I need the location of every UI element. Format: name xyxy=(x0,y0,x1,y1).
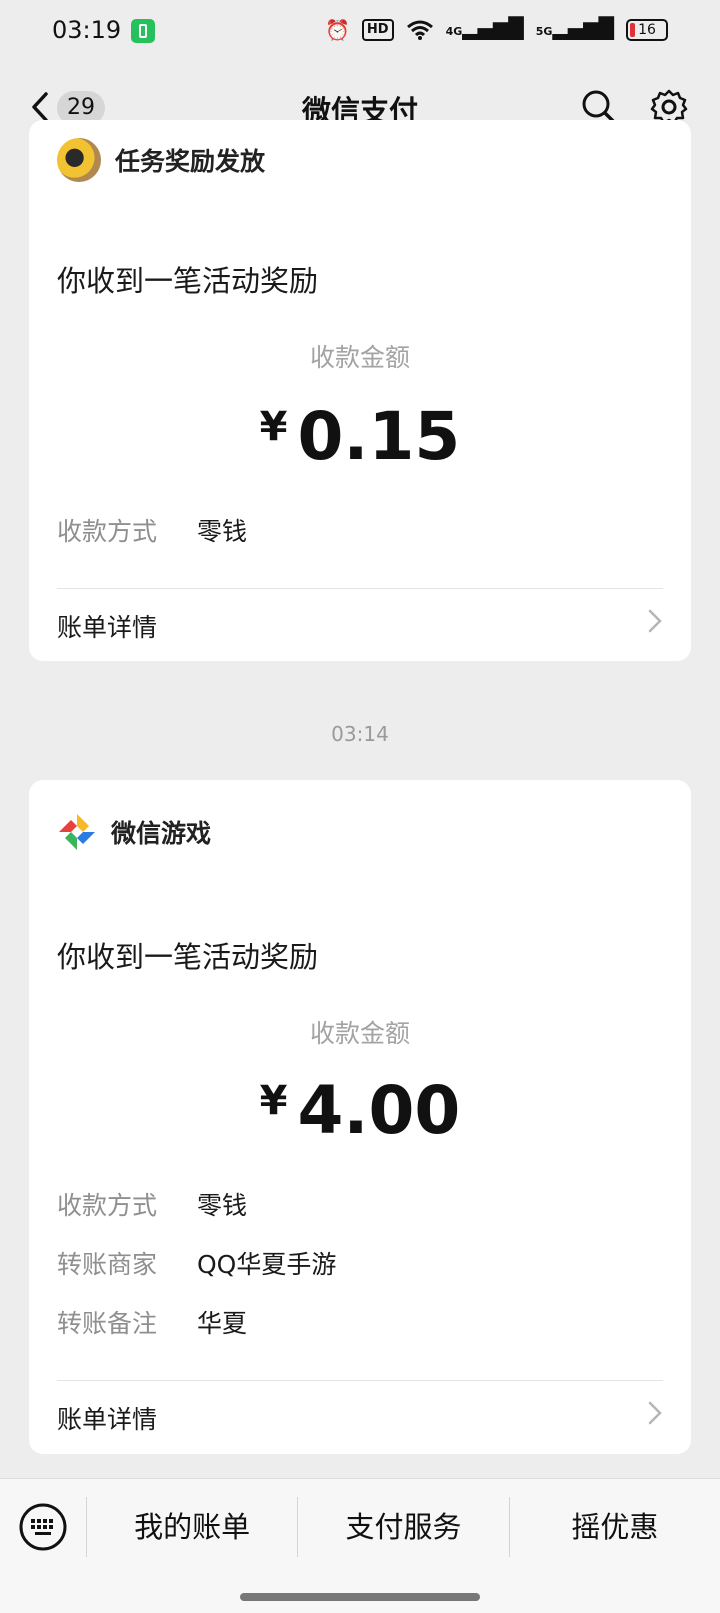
card-app-row: 微信游戏 xyxy=(57,810,211,854)
info-value: 华夏 xyxy=(197,1309,248,1338)
info-key: 收款方式 xyxy=(57,1191,158,1220)
payment-card: 任务奖励发放 你收到一笔活动奖励 收款金额 ¥0.15 收款方式 零钱 账单详情 xyxy=(29,120,691,661)
app-name: 微信游戏 xyxy=(111,819,212,848)
wifi-icon xyxy=(406,20,433,40)
signal-4g-icon: 4G▂▄▆█ xyxy=(445,16,524,40)
info-row: 收款方式 零钱 xyxy=(57,1186,247,1222)
status-bar: 03:19 ⏰ HD 4G▂▄▆█ 5G▂▄▆█ 16 xyxy=(0,0,720,64)
info-value: 零钱 xyxy=(197,1191,248,1220)
bill-details-label: 账单详情 xyxy=(57,1405,158,1434)
info-row: 转账商家 QQ华夏手游 xyxy=(57,1245,336,1281)
chevron-right-icon xyxy=(648,609,662,633)
charging-icon xyxy=(131,19,155,43)
home-indicator[interactable] xyxy=(240,1593,480,1601)
tab-payment-services[interactable]: 支付服务 xyxy=(297,1497,508,1557)
currency-symbol: ¥ xyxy=(259,1078,288,1124)
card-heading: 你收到一笔活动奖励 xyxy=(57,264,319,298)
wechat-games-icon xyxy=(59,814,95,850)
message-timestamp: 03:14 xyxy=(331,722,389,746)
tab-my-bills[interactable]: 我的账单 xyxy=(86,1497,297,1557)
signal-5g-label: 5G xyxy=(535,25,553,38)
alarm-icon: ⏰ xyxy=(324,18,350,42)
card-app-row: 任务奖励发放 xyxy=(57,138,265,182)
payment-card: 微信游戏 你收到一笔活动奖励 收款金额 ¥4.00 收款方式 零钱 转账商家 Q… xyxy=(29,780,691,1454)
divider xyxy=(57,1380,663,1381)
amount-label: 收款金额 xyxy=(309,1019,410,1048)
signal-5g-icon: 5G▂▄▆█ xyxy=(535,16,614,40)
status-time: 03:19 xyxy=(52,16,122,44)
task-reward-avatar-icon xyxy=(57,138,101,182)
info-key: 转账备注 xyxy=(57,1309,158,1338)
bill-details-label: 账单详情 xyxy=(57,613,158,642)
hd-icon: HD xyxy=(361,19,394,41)
info-value: 零钱 xyxy=(197,517,248,546)
info-key: 收款方式 xyxy=(57,517,158,546)
bottom-menu-bar: 我的账单 支付服务 摇优惠 xyxy=(0,1478,720,1613)
currency-symbol: ¥ xyxy=(259,404,288,450)
card-heading: 你收到一笔活动奖励 xyxy=(57,940,319,974)
amount-number: 0.15 xyxy=(297,398,461,475)
amount-value: ¥0.15 xyxy=(29,398,691,475)
tab-shake-offers[interactable]: 摇优惠 xyxy=(508,1497,720,1557)
info-row: 收款方式 零钱 xyxy=(57,512,247,548)
status-icons: ⏰ HD 4G▂▄▆█ 5G▂▄▆█ 16 xyxy=(325,16,668,44)
amount-number: 4.00 xyxy=(297,1072,461,1149)
app-name: 任务奖励发放 xyxy=(115,147,266,176)
info-row: 转账备注 华夏 xyxy=(57,1304,247,1340)
menu-tabs: 我的账单 支付服务 摇优惠 xyxy=(86,1497,720,1557)
chevron-right-icon xyxy=(648,1401,662,1425)
bill-details-link[interactable]: 账单详情 xyxy=(57,608,663,644)
info-key: 转账商家 xyxy=(57,1250,158,1279)
bill-details-link[interactable]: 账单详情 xyxy=(57,1400,663,1436)
keyboard-icon[interactable] xyxy=(18,1502,68,1552)
amount-label: 收款金额 xyxy=(309,343,410,372)
battery-icon: 16 xyxy=(626,19,668,41)
amount-value: ¥4.00 xyxy=(29,1072,691,1149)
divider xyxy=(57,588,663,589)
info-value: QQ华夏手游 xyxy=(197,1250,337,1279)
signal-4g-label: 4G xyxy=(445,25,463,38)
